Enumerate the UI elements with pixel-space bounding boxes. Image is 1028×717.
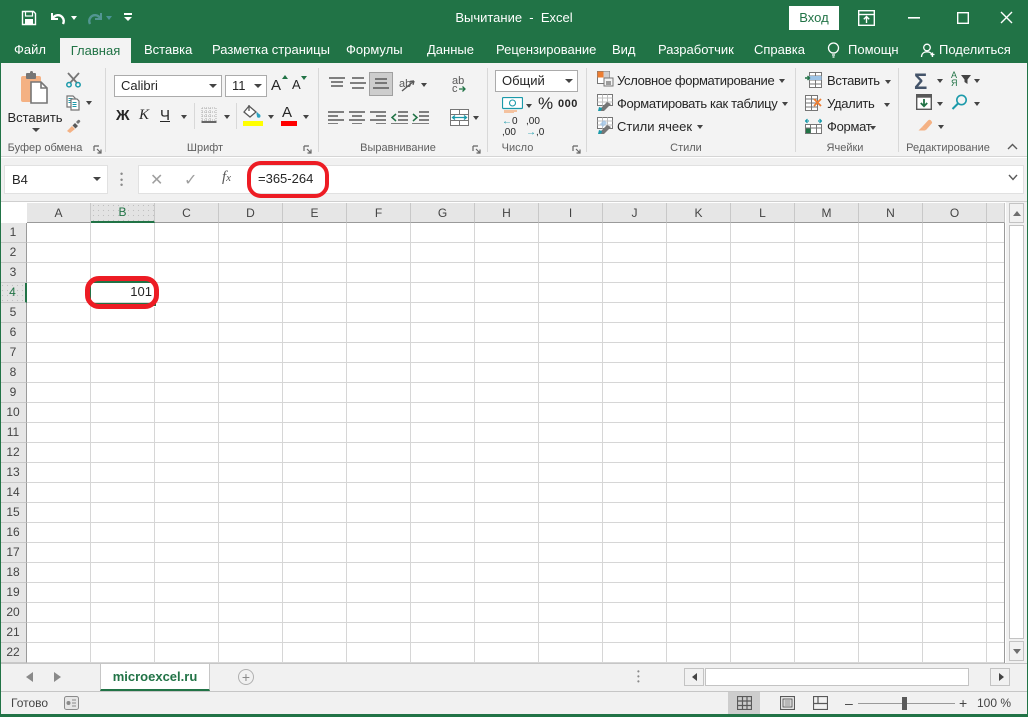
svg-text:c: c [452,83,458,93]
